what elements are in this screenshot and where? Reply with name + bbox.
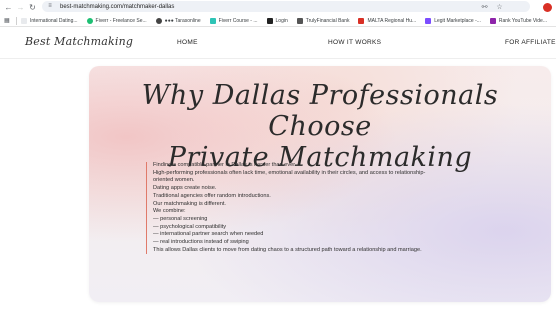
bookmark-favicon-icon	[489, 17, 496, 24]
bookmark-favicon-icon	[209, 17, 216, 24]
bookmark-item[interactable]: International Dating...	[21, 17, 78, 24]
hero-title: Why Dallas Professionals Choose Private …	[89, 80, 551, 173]
bookmark-favicon-icon	[155, 17, 162, 24]
profile-avatar[interactable]	[543, 3, 552, 12]
nav-home-link[interactable]: HOME	[177, 39, 198, 46]
bookmark-item[interactable]: MALTA Regional Hu...	[358, 17, 417, 24]
hero-paragraph-line: Dating apps create noise.	[153, 185, 217, 192]
bookmark-item[interactable]: Fiverr Course - ...	[209, 17, 258, 24]
site-header: Best Matchmaking HOME HOW IT WORKS FOR A…	[0, 28, 556, 59]
bookmark-item[interactable]: Fiverr - Freelance Se...	[86, 17, 147, 24]
hero-paragraph-line: Our matchmaking is different.	[153, 200, 226, 207]
bookmark-label: Rank YouTube Vide...	[498, 17, 547, 24]
forward-arrow-icon[interactable]: →	[16, 2, 25, 13]
bookmark-item[interactable]: Rank YouTube Vide...	[489, 17, 547, 24]
bookmark-favicon-icon	[425, 17, 432, 24]
hero-list-item: — personal screening	[153, 215, 208, 222]
hero-paragraph-line: oriented women.	[153, 177, 195, 184]
hero-paragraph-line: High-performing professionals often lack…	[153, 169, 426, 176]
bookmark-favicon-icon	[358, 17, 365, 24]
hero-paragraph-line: We combine:	[153, 208, 186, 215]
hero-list-item: — real introductions instead of swiping	[153, 239, 249, 246]
bookmark-label: TrulyFinancial Bank	[305, 17, 350, 24]
hero-card: Why Dallas Professionals Choose Private …	[89, 66, 551, 302]
bookmark-label: ●●● Tarasonline	[164, 17, 201, 24]
bookmark-item[interactable]: Legit Marketplace -...	[425, 17, 481, 24]
password-key-icon[interactable]: ⚯	[480, 3, 489, 11]
address-bar[interactable]: ≡ best-matchmaking.com/matchmaker-dallas…	[42, 1, 530, 12]
bookmark-label: International Dating...	[30, 17, 78, 24]
apps-grid-icon[interactable]: ▦	[4, 17, 10, 24]
bookmark-favicon-icon	[21, 17, 27, 24]
url-text: best-matchmaking.com/matchmaker-dallas	[60, 3, 175, 10]
bookmark-label: Fiverr Course - ...	[218, 17, 258, 24]
nav-how-it-works-link[interactable]: HOW IT WORKS	[328, 39, 381, 46]
bookmarks-bar: ▦ International Dating... Fiverr - Freel…	[0, 15, 556, 27]
hero-title-line: Why Dallas Professionals Choose	[141, 80, 499, 142]
bookmark-label: Legit Marketplace -...	[434, 17, 481, 24]
hero-list-item: — psychological compatibility	[153, 223, 227, 230]
site-logo[interactable]: Best Matchmaking	[25, 35, 133, 48]
bookmark-label: MALTA Regional Hu...	[367, 17, 417, 24]
site-info-icon[interactable]: ≡	[45, 2, 55, 11]
bookmark-label: Fiverr - Freelance Se...	[95, 17, 147, 24]
bookmark-label: Login	[275, 17, 288, 24]
bookmark-favicon-icon	[296, 17, 303, 24]
bookmark-item[interactable]: TrulyFinancial Bank	[296, 17, 350, 24]
hero-list-item: — international partner search when need…	[153, 231, 264, 238]
main-content: Why Dallas Professionals Choose Private …	[0, 60, 556, 310]
bookmark-favicon-icon	[86, 17, 93, 24]
bookmark-favicon-icon	[266, 17, 273, 24]
bookmark-item[interactable]: ●●● Tarasonline	[155, 17, 201, 24]
hero-body-text: Finding a compatible partner in Dallas i…	[146, 162, 541, 255]
hero-paragraph-line: Traditional agencies offer random introd…	[153, 192, 271, 199]
bookmark-star-icon[interactable]: ☆	[495, 3, 504, 11]
hero-paragraph-line: Finding a compatible partner in Dallas i…	[153, 162, 297, 168]
nav-for-affiliate-link[interactable]: FOR AFFILIATE	[505, 39, 556, 46]
back-arrow-icon[interactable]: ←	[4, 2, 13, 13]
browser-toolbar: ← → ↻ ≡ best-matchmaking.com/matchmaker-…	[0, 0, 556, 14]
bookmark-item[interactable]: Login	[266, 17, 288, 24]
hero-paragraph-line: This allows Dallas clients to move from …	[153, 246, 422, 253]
reload-icon[interactable]: ↻	[28, 2, 37, 13]
